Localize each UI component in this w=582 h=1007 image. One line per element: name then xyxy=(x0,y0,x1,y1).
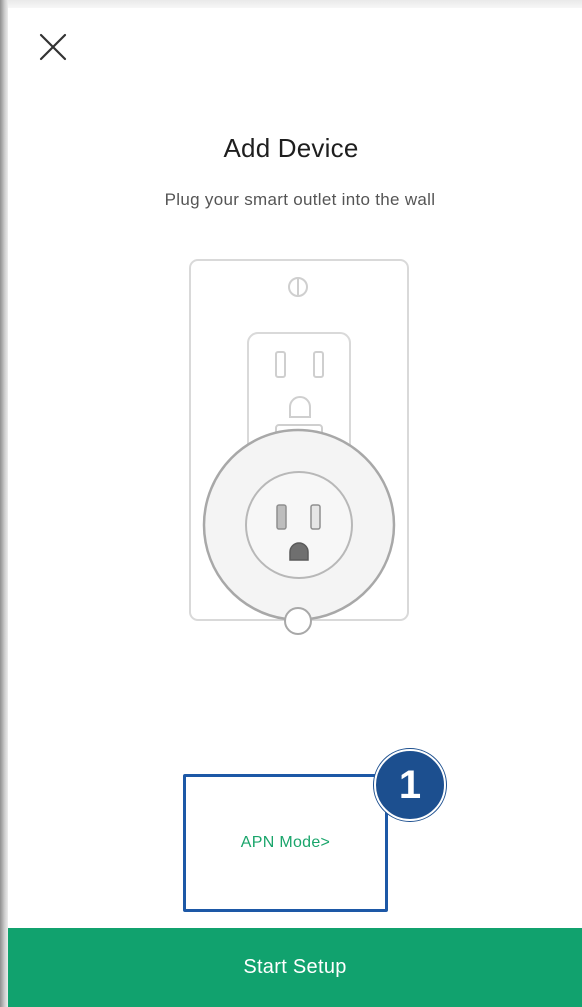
apn-mode-highlight[interactable]: APN Mode> xyxy=(183,774,388,912)
page-title: Add Device xyxy=(223,133,359,163)
close-icon xyxy=(39,33,67,61)
start-setup-label: Start Setup xyxy=(243,956,347,978)
apn-mode-link[interactable]: APN Mode> xyxy=(241,834,330,852)
add-device-screen: Add Device Plug your smart outlet into t… xyxy=(0,0,582,1007)
page-subtitle: Plug your smart outlet into the wall xyxy=(164,190,436,209)
smart-outlet-illustration xyxy=(180,255,420,655)
start-setup-button[interactable]: Start Setup xyxy=(8,928,582,1007)
window-edge-top xyxy=(0,0,582,8)
close-button[interactable] xyxy=(36,30,70,64)
step-number-badge: 1 xyxy=(374,749,446,821)
